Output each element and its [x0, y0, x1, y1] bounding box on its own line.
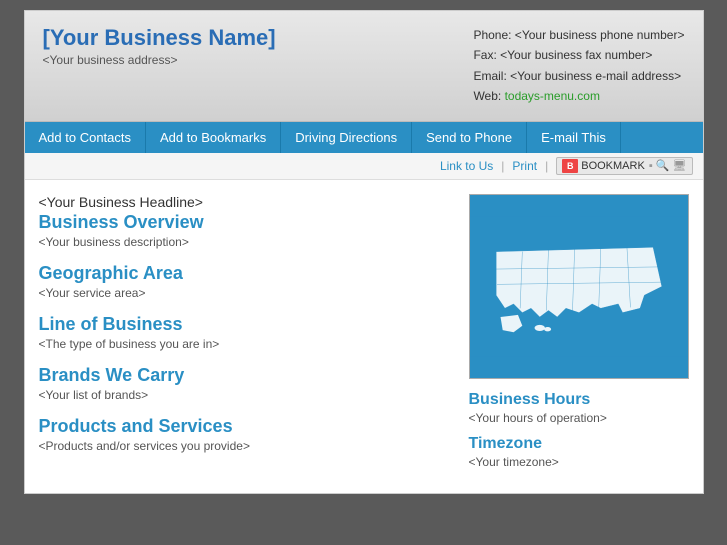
right-section-title-0: Business Hours: [469, 391, 689, 409]
fax-info: Fax: <Your business fax number>: [473, 45, 684, 65]
header-left: [Your Business Name] <Your business addr…: [43, 25, 276, 67]
right-section-desc-0: <Your hours of operation>: [469, 411, 689, 425]
web-link[interactable]: todays-menu.com: [505, 89, 600, 103]
section-desc-3: <Your list of brands>: [39, 388, 453, 402]
right-section-title-1: Timezone: [469, 435, 689, 453]
business-headline: <Your Business Headline>: [39, 194, 453, 210]
header-right: Phone: <Your business phone number> Fax:…: [473, 25, 684, 107]
right-section-desc-1: <Your timezone>: [469, 455, 689, 469]
toolbar-separator2: |: [545, 159, 548, 173]
bookmark-button[interactable]: B BOOKMARK ▪ 🔍 🖥: [556, 157, 692, 175]
section-title-1: Geographic Area: [39, 263, 453, 284]
section-title-4: Products and Services: [39, 416, 453, 437]
usa-map: [470, 195, 688, 378]
right-sections: Business Hours <Your hours of operation> T…: [469, 391, 689, 469]
right-column: Business Hours <Your hours of operation> T…: [469, 194, 689, 479]
section-desc-2: <The type of business you are in>: [39, 337, 453, 351]
app-container: [Your Business Name] <Your business addr…: [24, 10, 704, 494]
nav-item-add-to-bookmarks[interactable]: Add to Bookmarks: [146, 122, 281, 153]
main-content: <Your Business Headline> Business Overvi…: [25, 180, 703, 493]
section-title-0: Business Overview: [39, 212, 453, 233]
bookmark-label: BOOKMARK: [581, 160, 645, 172]
link-to-us-button[interactable]: Link to Us: [440, 159, 493, 173]
map-container: [469, 194, 689, 379]
section-title-3: Brands We Carry: [39, 365, 453, 386]
bookmark-extra: ▪ 🔍 🖥: [649, 159, 687, 172]
header: [Your Business Name] <Your business addr…: [25, 11, 703, 122]
navbar: Add to ContactsAdd to BookmarksDriving D…: [25, 122, 703, 153]
nav-item-driving-directions[interactable]: Driving Directions: [281, 122, 412, 153]
section-desc-4: <Products and/or services you provide>: [39, 439, 453, 453]
web-info: Web: todays-menu.com: [473, 86, 684, 106]
phone-info: Phone: <Your business phone number>: [473, 25, 684, 45]
section-desc-1: <Your service area>: [39, 286, 453, 300]
left-column: <Your Business Headline> Business Overvi…: [39, 194, 469, 479]
section-desc-0: <Your business description>: [39, 235, 453, 249]
print-button[interactable]: Print: [512, 159, 537, 173]
toolbar: Link to Us | Print | B BOOKMARK ▪ 🔍 🖥: [25, 153, 703, 180]
section-title-2: Line of Business: [39, 314, 453, 335]
nav-item-send-to-phone[interactable]: Send to Phone: [412, 122, 527, 153]
sections-list: Business Overview <Your business descript…: [39, 212, 453, 453]
toolbar-separator: |: [501, 159, 504, 173]
bookmark-icon: B: [562, 159, 578, 173]
nav-item-e-mail-this[interactable]: E-mail This: [527, 122, 621, 153]
business-address: <Your business address>: [43, 53, 276, 67]
business-name: [Your Business Name]: [43, 25, 276, 51]
email-info: Email: <Your business e-mail address>: [473, 66, 684, 86]
nav-item-add-to-contacts[interactable]: Add to Contacts: [25, 122, 147, 153]
